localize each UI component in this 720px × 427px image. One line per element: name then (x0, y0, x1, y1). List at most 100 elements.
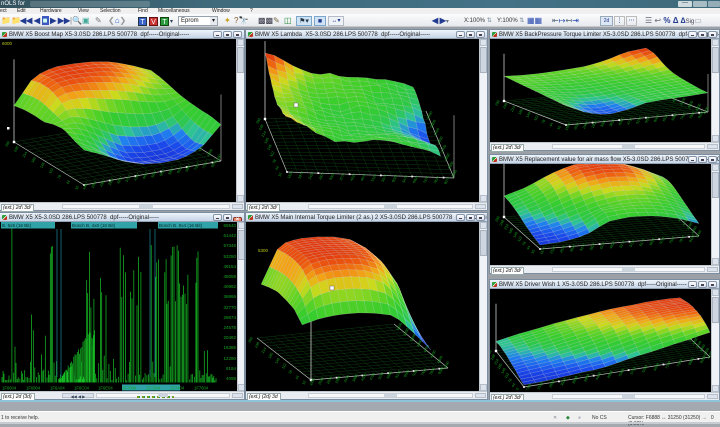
svg-text:4187: 4187 (133, 173, 140, 182)
svg-text:10: 10 (74, 185, 79, 190)
svg-text:3922: 3922 (589, 242, 596, 251)
svg-text:248: 248 (502, 102, 508, 109)
svg-text:248: 248 (13, 146, 19, 153)
svg-text:5087: 5087 (150, 170, 157, 179)
svg-text:78: 78 (57, 174, 62, 179)
svg-text:5300: 5300 (258, 248, 269, 253)
svg-text:112: 112 (504, 372, 510, 379)
svg-text:146: 146 (266, 144, 272, 151)
svg-text:4700: 4700 (440, 144, 447, 153)
svg-text:7411: 7411 (680, 112, 687, 121)
svg-text:282: 282 (255, 117, 261, 124)
svg-text:1F6804: 1F6804 (26, 386, 41, 391)
svg-text:4900: 4900 (437, 136, 444, 145)
svg-text:214: 214 (261, 347, 267, 354)
svg-text:2011: 2011 (573, 122, 580, 131)
svg-text:78: 78 (272, 159, 277, 164)
svg-text:44: 44 (295, 375, 300, 380)
svg-text:2461: 2461 (582, 121, 589, 130)
svg-text:112: 112 (281, 363, 287, 370)
svg-text:3811: 3811 (609, 118, 616, 127)
svg-text:78: 78 (288, 370, 293, 375)
svg-text:3022: 3022 (569, 244, 576, 253)
svg-text:3885: 3885 (352, 374, 359, 383)
svg-text:4300: 4300 (436, 355, 443, 364)
svg-text:10: 10 (301, 380, 306, 385)
svg-text:2122: 2122 (549, 245, 556, 254)
svg-text:5987: 5987 (168, 167, 175, 176)
svg-text:180: 180 (518, 108, 524, 115)
svg-text:214: 214 (261, 130, 267, 137)
svg-text:5722: 5722 (629, 239, 636, 248)
svg-text:5300: 5300 (430, 119, 437, 128)
svg-text:7072: 7072 (659, 236, 666, 245)
svg-text:5537: 5537 (159, 168, 166, 177)
svg-text:4100: 4100 (695, 230, 702, 239)
svg-text:78: 78 (521, 241, 526, 246)
svg-text:214: 214 (22, 151, 28, 158)
svg-text:1F7404: 1F7404 (170, 386, 185, 391)
svg-text:6585: 6585 (403, 369, 410, 378)
svg-text:10: 10 (277, 172, 282, 177)
svg-text:4372: 4372 (599, 241, 606, 250)
svg-text:4100: 4100 (443, 361, 450, 370)
svg-text:7935: 7935 (429, 367, 436, 376)
svg-text:4300: 4300 (447, 161, 454, 170)
svg-text:8422: 8422 (688, 234, 695, 243)
svg-text:6172: 6172 (639, 238, 646, 247)
svg-text:6511: 6511 (662, 114, 669, 123)
svg-text:1F6E04: 1F6E04 (98, 386, 113, 391)
svg-text:1F6C04: 1F6C04 (74, 386, 90, 391)
svg-text:6135: 6135 (395, 370, 402, 379)
svg-text:5300: 5300 (402, 328, 409, 337)
svg-text:5100: 5100 (433, 127, 440, 136)
svg-text:1937: 1937 (90, 180, 97, 189)
svg-text:248: 248 (254, 341, 260, 348)
svg-text:112: 112 (48, 167, 54, 174)
svg-text:4100: 4100 (451, 169, 458, 178)
svg-text:146: 146 (39, 162, 45, 169)
svg-text:44: 44 (275, 165, 280, 170)
svg-text:10: 10 (556, 125, 561, 130)
svg-text:4100: 4100 (702, 106, 709, 115)
svg-text:4335: 4335 (360, 373, 367, 382)
svg-text:6061: 6061 (653, 114, 660, 123)
svg-text:2387: 2387 (99, 179, 106, 188)
svg-text:7787: 7787 (202, 161, 209, 170)
svg-text:2985: 2985 (335, 375, 342, 384)
svg-text:5161: 5161 (635, 116, 642, 125)
svg-text:112: 112 (533, 115, 539, 122)
svg-text:6887: 6887 (185, 164, 192, 173)
svg-text:B. 5x5 (16 Bit): B. 5x5 (16 Bit) (2, 223, 32, 228)
svg-text:10: 10 (530, 249, 535, 254)
svg-text:146: 146 (525, 111, 531, 118)
svg-text:7522: 7522 (668, 236, 675, 245)
svg-text:2609: 2609 (548, 379, 555, 388)
svg-text:Bosch B. 8x4 (16 Bit): Bosch B. 8x4 (16 Bit) (159, 223, 203, 228)
svg-text:282: 282 (4, 140, 10, 147)
svg-text:44: 44 (526, 245, 531, 250)
svg-text:4637: 4637 (142, 171, 149, 180)
svg-text:146: 146 (274, 357, 280, 364)
svg-text:1F6604: 1F6604 (2, 386, 17, 391)
svg-text:1F7004: 1F7004 (122, 386, 137, 391)
svg-text:4711: 4711 (626, 117, 633, 126)
svg-text:7337: 7337 (193, 162, 200, 171)
svg-text:180: 180 (31, 156, 37, 163)
svg-text:5500: 5500 (426, 111, 433, 120)
svg-text:5685: 5685 (386, 371, 393, 380)
svg-text:214: 214 (510, 105, 516, 112)
svg-text:2085: 2085 (317, 377, 324, 386)
svg-text:4500: 4500 (444, 153, 451, 162)
svg-text:4822: 4822 (609, 241, 616, 250)
svg-text:3287: 3287 (116, 176, 123, 185)
svg-text:7035: 7035 (412, 368, 419, 377)
svg-text:6961: 6961 (671, 112, 678, 121)
svg-text:112: 112 (269, 151, 275, 158)
svg-text:6622: 6622 (649, 237, 656, 246)
svg-text:1F7204: 1F7204 (146, 386, 161, 391)
svg-text:2911: 2911 (591, 120, 598, 129)
svg-text:5272: 5272 (619, 240, 626, 249)
svg-text:2572: 2572 (559, 245, 566, 254)
svg-text:180: 180 (268, 352, 274, 359)
